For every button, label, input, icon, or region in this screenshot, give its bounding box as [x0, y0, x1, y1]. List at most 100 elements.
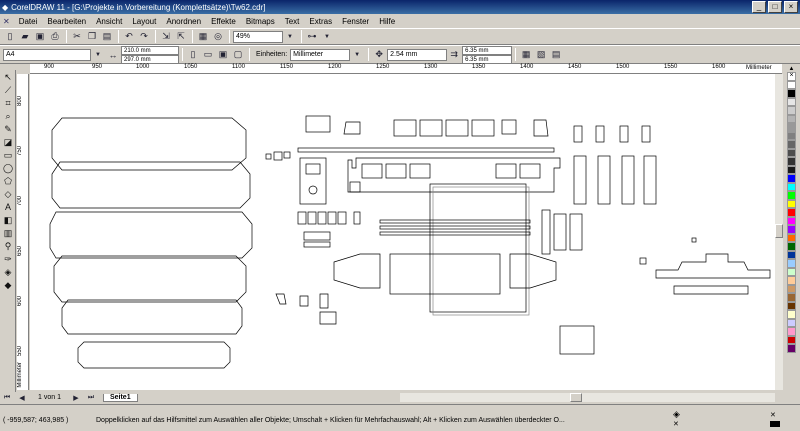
color-swatch[interactable] — [787, 344, 796, 353]
menu-fenster[interactable]: Fenster — [337, 17, 374, 26]
shape-tool-icon[interactable]: ⟋ — [1, 84, 15, 96]
color-swatch[interactable] — [787, 131, 796, 140]
redo-icon[interactable]: ↷ — [137, 30, 151, 43]
first-page-icon[interactable]: ⏮ — [0, 391, 14, 404]
current-page-icon[interactable]: ▢ — [231, 48, 245, 61]
color-swatch[interactable] — [787, 301, 796, 310]
chevron-down-icon[interactable]: ▼ — [320, 30, 334, 43]
document-icon[interactable]: ✕ — [3, 17, 10, 26]
text-tool-icon[interactable]: A — [1, 201, 15, 213]
color-swatch[interactable] — [787, 259, 796, 268]
close-button[interactable]: × — [784, 1, 798, 13]
color-swatch[interactable] — [787, 335, 796, 344]
menu-ansicht[interactable]: Ansicht — [91, 17, 127, 26]
color-swatch[interactable] — [787, 267, 796, 276]
menu-effekte[interactable]: Effekte — [206, 17, 241, 26]
drawing-artwork[interactable] — [30, 74, 775, 390]
menu-extras[interactable]: Extras — [304, 17, 337, 26]
outline-color-swatch[interactable] — [770, 421, 780, 427]
color-swatch[interactable] — [787, 157, 796, 166]
undo-icon[interactable]: ↶ — [122, 30, 136, 43]
menu-datei[interactable]: Datei — [14, 17, 43, 26]
color-swatch[interactable] — [787, 148, 796, 157]
color-swatch[interactable] — [787, 233, 796, 242]
smart-fill-tool-icon[interactable]: ◪ — [1, 136, 15, 148]
page-size-select[interactable]: A4 — [3, 48, 91, 61]
color-swatch[interactable] — [787, 250, 796, 259]
chevron-down-icon[interactable]: ▼ — [91, 48, 105, 61]
previous-page-icon[interactable]: ◀ — [15, 391, 29, 404]
color-swatch[interactable] — [787, 97, 796, 106]
polygon-tool-icon[interactable]: ⬠ — [1, 175, 15, 187]
color-swatch[interactable] — [787, 89, 796, 98]
outline-indicator-icon[interactable]: ✕ — [673, 420, 679, 428]
menu-bitmaps[interactable]: Bitmaps — [241, 17, 280, 26]
corel-online-icon[interactable]: ◎ — [211, 30, 225, 43]
freehand-tool-icon[interactable]: ✎ — [1, 123, 15, 135]
scroll-thumb[interactable] — [570, 393, 582, 402]
interactive-effects-tool-icon[interactable]: ▥ — [1, 227, 15, 239]
units-select[interactable]: Millimeter — [290, 48, 351, 61]
cut-icon[interactable]: ✂ — [70, 30, 84, 43]
ellipse-tool-icon[interactable]: ◯ — [1, 162, 15, 174]
chevron-down-icon[interactable]: ▼ — [350, 48, 364, 61]
color-swatch[interactable] — [787, 293, 796, 302]
color-swatch[interactable] — [787, 114, 796, 123]
treat-as-filled-icon[interactable]: ▦ — [519, 48, 533, 61]
menu-layout[interactable]: Layout — [127, 17, 161, 26]
save-icon[interactable]: ▣ — [33, 30, 47, 43]
horizontal-scrollbar[interactable] — [400, 393, 775, 402]
landscape-icon[interactable]: ▭ — [201, 48, 215, 61]
menu-anordnen[interactable]: Anordnen — [161, 17, 206, 26]
app-launcher-icon[interactable]: ▦ — [196, 30, 210, 43]
interactive-blend-tool-icon[interactable]: ◧ — [1, 214, 15, 226]
next-page-icon[interactable]: ▶ — [69, 391, 83, 404]
fill-tool-icon[interactable]: ◈ — [1, 266, 15, 278]
copy-icon[interactable]: ❐ — [85, 30, 99, 43]
color-swatch[interactable] — [787, 199, 796, 208]
color-swatch[interactable] — [787, 276, 796, 285]
page-tab[interactable]: Seite1 — [102, 393, 138, 402]
nudge-field[interactable]: 2.54 mm — [387, 48, 448, 61]
interactive-fill-tool-icon[interactable]: ◆ — [1, 279, 15, 291]
color-swatch[interactable] — [787, 284, 796, 293]
menu-bearbeiten[interactable]: Bearbeiten — [42, 17, 91, 26]
color-swatch[interactable] — [787, 310, 796, 319]
last-page-icon[interactable]: ⏭ — [84, 391, 98, 404]
crop-tool-icon[interactable]: ⌗ — [1, 97, 15, 109]
color-swatch[interactable] — [787, 242, 796, 251]
color-swatch[interactable] — [787, 106, 796, 115]
outline-icon[interactable]: ▧ — [534, 48, 548, 61]
vertical-scrollbar[interactable] — [775, 74, 783, 390]
color-swatch[interactable] — [787, 327, 796, 336]
duplicate-x-field[interactable]: 6.35 mm — [462, 45, 513, 55]
paste-icon[interactable]: ▤ — [100, 30, 114, 43]
color-swatch[interactable] — [787, 191, 796, 200]
color-swatch[interactable] — [787, 208, 796, 217]
export-icon[interactable]: ⇱ — [174, 30, 188, 43]
eyedropper-tool-icon[interactable]: ⚲ — [1, 240, 15, 252]
menu-text[interactable]: Text — [280, 17, 305, 26]
color-swatch[interactable] — [787, 174, 796, 183]
open-icon[interactable]: ▰ — [18, 30, 32, 43]
color-swatch[interactable] — [787, 80, 796, 89]
vertical-ruler[interactable]: 800 750 700 650 600 550 Millimeter — [17, 74, 29, 390]
maximize-button[interactable]: □ — [768, 1, 782, 13]
color-swatch[interactable] — [787, 182, 796, 191]
ruler-corner[interactable] — [17, 64, 30, 74]
menu-hilfe[interactable]: Hilfe — [374, 17, 400, 26]
snap-icon[interactable]: ⊶ — [305, 30, 319, 43]
rectangle-tool-icon[interactable]: ▭ — [1, 149, 15, 161]
all-pages-icon[interactable]: ▣ — [216, 48, 230, 61]
color-swatch[interactable] — [787, 165, 796, 174]
minimize-button[interactable]: _ — [752, 1, 766, 13]
fill-indicator-icon[interactable]: ◈ — [673, 409, 680, 420]
new-icon[interactable]: ▯ — [3, 30, 17, 43]
chevron-down-icon[interactable]: ▼ — [283, 30, 297, 43]
page-height-field[interactable]: 297.0 mm — [121, 54, 179, 64]
color-swatch[interactable] — [787, 123, 796, 132]
color-swatch[interactable] — [787, 216, 796, 225]
horizontal-ruler[interactable]: 900 950 1000 1050 1100 1150 1200 1250 13… — [30, 64, 782, 74]
duplicate-y-field[interactable]: 6.35 mm — [462, 54, 513, 64]
fill-color-swatch[interactable]: ✕ — [770, 411, 776, 419]
